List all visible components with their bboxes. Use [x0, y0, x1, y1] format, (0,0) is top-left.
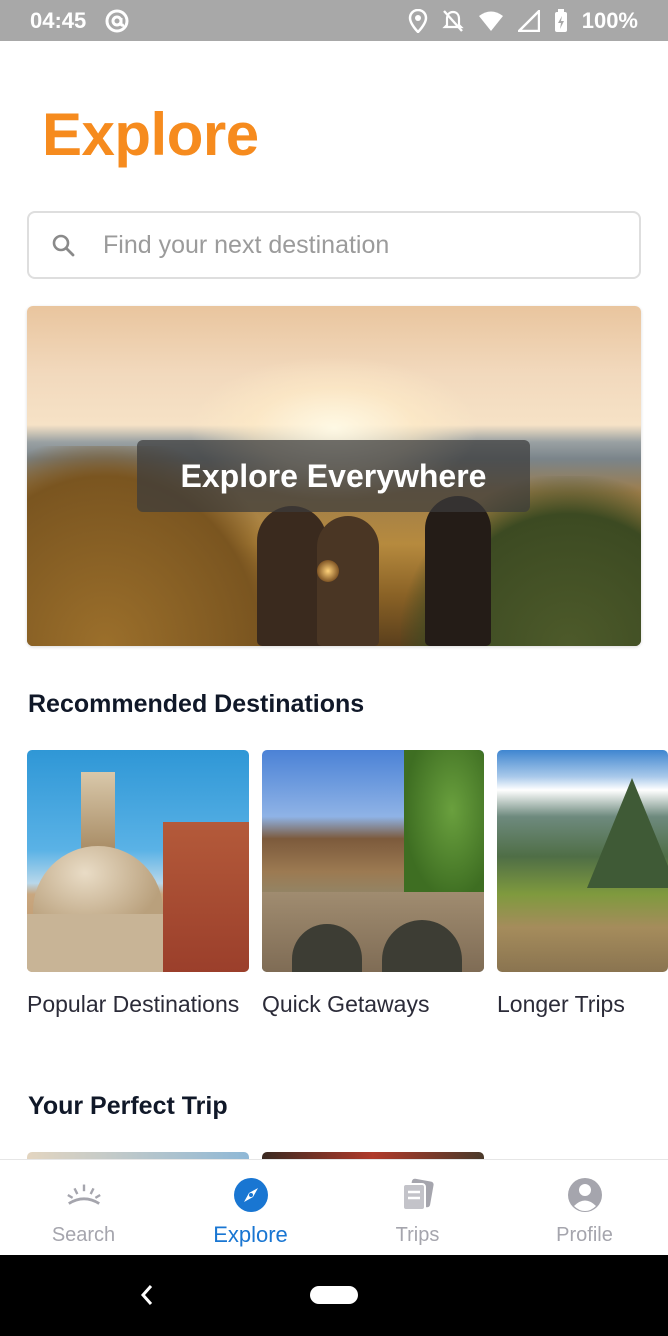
home-button[interactable] [310, 1286, 358, 1304]
hero-image-lens-flare [317, 560, 339, 582]
status-time: 04:45 [30, 7, 87, 33]
compass-icon [232, 1176, 270, 1214]
profile-icon [566, 1176, 604, 1214]
nav-item-explore[interactable]: Explore [167, 1160, 334, 1255]
your-perfect-trip-title: Your Perfect Trip [28, 1092, 228, 1120]
nav-label-profile: Profile [556, 1224, 613, 1246]
nav-item-trips[interactable]: Trips [334, 1160, 501, 1255]
status-bar: 04:45 100% [0, 0, 668, 41]
battery-icon [554, 8, 568, 33]
location-icon [408, 8, 428, 33]
hero-label: Explore Everywhere [137, 440, 530, 512]
battery-percent: 100% [581, 7, 638, 33]
system-navigation-bar [0, 1255, 668, 1336]
recommended-destinations-title: Recommended Destinations [28, 690, 365, 718]
back-icon[interactable] [138, 1282, 156, 1313]
sunrise-icon [65, 1176, 103, 1214]
hero-image-person [425, 496, 491, 646]
search-input[interactable] [103, 230, 583, 260]
signal-icon [517, 9, 540, 32]
search-icon [52, 234, 75, 257]
card-label: Quick Getaways [262, 991, 430, 1017]
bottom-navigation: Search Explore Trips Profile [0, 1159, 668, 1255]
card-popular-destinations[interactable]: Popular Destinations [27, 750, 249, 1020]
card-longer-trips[interactable]: Longer Trips [497, 750, 668, 1020]
popular-destinations-image [27, 750, 249, 972]
notifications-off-icon [442, 9, 464, 33]
quick-getaways-image [262, 750, 484, 972]
at-sign-icon [104, 8, 130, 34]
nav-label-explore: Explore [213, 1222, 288, 1247]
nav-label-trips: Trips [395, 1224, 440, 1246]
search-bar[interactable] [27, 211, 641, 279]
nav-item-profile[interactable]: Profile [501, 1160, 668, 1255]
card-label: Longer Trips [497, 991, 625, 1017]
tickets-icon [399, 1176, 437, 1214]
nav-label-search: Search [51, 1224, 116, 1246]
longer-trips-image [497, 750, 668, 972]
nav-item-search[interactable]: Search [0, 1160, 167, 1255]
card-label: Popular Destinations [27, 991, 240, 1017]
wifi-icon [478, 10, 504, 32]
card-quick-getaways[interactable]: Quick Getaways [262, 750, 484, 1020]
page-title: Explore [42, 101, 259, 168]
